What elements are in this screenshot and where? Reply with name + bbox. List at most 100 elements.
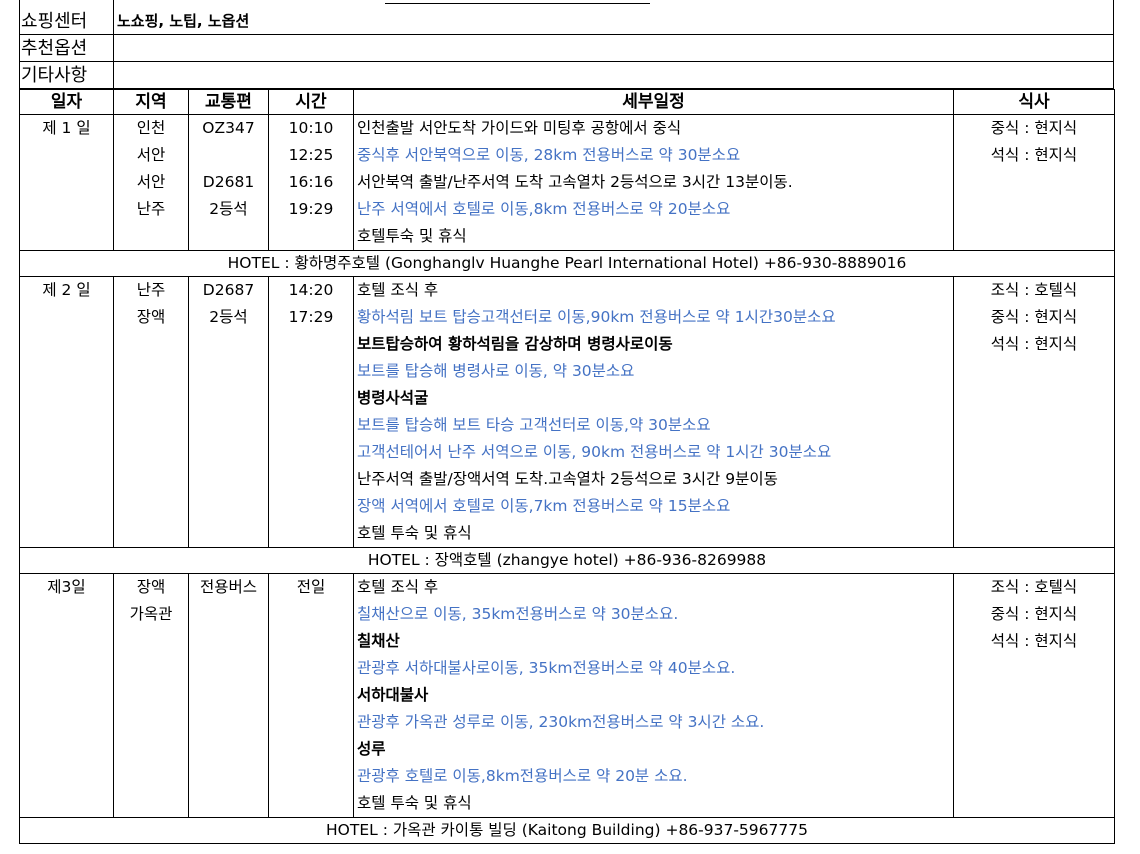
hotel-row: HOTEL : 가옥관 카이통 빌딩 (Kaitong Building) +8… bbox=[19, 817, 1115, 844]
detail-line: 서하대불사 bbox=[357, 686, 429, 704]
meal-line bbox=[954, 223, 1114, 250]
info-label: 쇼핑센터 bbox=[20, 0, 114, 34]
detail-line: 관광후 서하대불사로이동, 35km전용버스로 약 40분소요. bbox=[357, 659, 736, 677]
detail-cell: 호텔 조식 후 황하석림 보트 탑승고객선터로 이동,90km 전용버스로 약 1… bbox=[353, 276, 954, 548]
detail-line: 호텔 투숙 및 휴식 bbox=[357, 524, 472, 542]
region-line bbox=[114, 655, 188, 682]
meal-line: 석식 : 현지식 bbox=[990, 146, 1078, 164]
detail-line: 관광후 호텔로 이동,8km전용버스로 약 20분 소요. bbox=[357, 767, 688, 785]
time-line bbox=[269, 223, 353, 250]
transport-line: 2등석 bbox=[209, 308, 248, 326]
day-row: 제 2 일 난주 장액 D2687 2등석 14:20 17:29 호텔 조식 후 황하석림 보… bbox=[19, 276, 1115, 548]
transport-cell: D2687 2등석 bbox=[188, 276, 269, 548]
meal-line bbox=[954, 736, 1114, 763]
info-row-shopping: 쇼핑센터 노쇼핑, 노팁, 노옵션 bbox=[19, 0, 1114, 35]
transport-line bbox=[189, 142, 268, 169]
time-line bbox=[269, 439, 353, 466]
region-line bbox=[114, 493, 188, 520]
detail-line: 인천출발 서안도착 가이드와 미팅후 공항에서 중식 bbox=[357, 119, 682, 137]
time-line bbox=[269, 682, 353, 709]
region-line bbox=[114, 790, 188, 817]
meal-line bbox=[954, 196, 1114, 223]
meal-line bbox=[954, 385, 1114, 412]
detail-line: 칠채산으로 이동, 35km전용버스로 약 30분소요. bbox=[357, 605, 679, 623]
transport-line bbox=[189, 439, 268, 466]
region-line: 가옥관 bbox=[129, 605, 173, 623]
meal-line: 조식 : 호텔식 bbox=[990, 578, 1078, 596]
day-row: 제3일 장액 가옥관 전용버스 전일 호텔 조식 후 칠채산으로 이동, 35km전용버스로… bbox=[19, 573, 1115, 818]
hotel-info: HOTEL : 가옥관 카이통 빌딩 (Kaitong Building) +8… bbox=[19, 817, 1115, 844]
detail-line: 난주 서역에서 호텔로 이동,8km 전용버스로 약 20분소요 bbox=[357, 200, 731, 218]
time-line bbox=[269, 628, 353, 655]
meal-line bbox=[954, 358, 1114, 385]
detail-line: 고객선테어서 난주 서역으로 이동, 90km 전용버스로 약 1시간 30분소… bbox=[357, 443, 832, 461]
hotel-info: HOTEL : 황하명주호텔 (Gonghanglv Huanghe Pearl… bbox=[19, 250, 1115, 277]
detail-line: 병령사석굴 bbox=[357, 389, 429, 407]
transport-line bbox=[189, 628, 268, 655]
meal-line: 중식 : 현지식 bbox=[990, 605, 1078, 623]
transport-line bbox=[189, 709, 268, 736]
region-line bbox=[114, 439, 188, 466]
meal-line: 석식 : 현지식 bbox=[990, 335, 1078, 353]
time-line: 19:29 bbox=[288, 200, 334, 218]
transport-line: 2등석 bbox=[209, 200, 248, 218]
transport-line bbox=[189, 601, 268, 628]
region-line bbox=[114, 520, 188, 547]
time-line: 17:29 bbox=[288, 308, 334, 326]
transport-line bbox=[189, 790, 268, 817]
transport-line: D2681 bbox=[202, 173, 255, 191]
meal-line bbox=[954, 493, 1114, 520]
header-detail: 세부일정 bbox=[353, 89, 954, 115]
day-cell: 제 2 일 bbox=[19, 276, 114, 548]
transport-line: D2687 bbox=[202, 281, 255, 299]
region-line bbox=[114, 466, 188, 493]
detail-line: 보트탑승하여 황하석림을 감상하며 병령사로이동 bbox=[357, 335, 673, 353]
transport-line bbox=[189, 466, 268, 493]
header-transport: 교통편 bbox=[188, 89, 269, 115]
time-line bbox=[269, 520, 353, 547]
time-line bbox=[269, 466, 353, 493]
day-label: 제 1 일 bbox=[42, 119, 91, 137]
detail-cell: 호텔 조식 후 칠채산으로 이동, 35km전용버스로 약 30분소요. 칠채산 관광… bbox=[353, 573, 954, 818]
info-label: 추천옵션 bbox=[20, 35, 114, 61]
transport-line bbox=[189, 412, 268, 439]
detail-cell: 인천출발 서안도착 가이드와 미팅후 공항에서 중식 중식후 서안북역으로 이동,… bbox=[353, 114, 954, 251]
region-cell: 인천 서안 서안 난주 bbox=[113, 114, 189, 251]
time-line: 16:16 bbox=[288, 173, 334, 191]
time-line bbox=[269, 412, 353, 439]
time-line bbox=[269, 385, 353, 412]
transport-line bbox=[189, 385, 268, 412]
time-line bbox=[269, 358, 353, 385]
day-label: 제3일 bbox=[47, 578, 86, 596]
meal-line bbox=[954, 655, 1114, 682]
hotel-info: HOTEL : 장액호텔 (zhangye hotel) +86-936-826… bbox=[19, 547, 1115, 574]
time-cell: 10:10 12:25 16:16 19:29 bbox=[268, 114, 354, 251]
meal-line: 석식 : 현지식 bbox=[990, 632, 1078, 650]
time-line bbox=[269, 790, 353, 817]
meal-line bbox=[954, 709, 1114, 736]
detail-line: 호텔 투숙 및 휴식 bbox=[357, 794, 472, 812]
detail-line: 서안북역 출발/난주서역 도착 고속열차 2등석으로 3시간 13분이동. bbox=[357, 173, 793, 191]
region-cell: 장액 가옥관 bbox=[113, 573, 189, 818]
schedule-body: 제 1 일 인천 서안 서안 난주 OZ347 D2681 2등석 10:10 12:25 16:1… bbox=[19, 114, 1115, 844]
time-line bbox=[269, 601, 353, 628]
transport-line bbox=[189, 358, 268, 385]
time-line: 12:25 bbox=[288, 146, 334, 164]
detail-line: 칠채산 bbox=[357, 632, 400, 650]
time-line bbox=[269, 331, 353, 358]
time-line bbox=[269, 736, 353, 763]
transport-line bbox=[189, 493, 268, 520]
region-cell: 난주 장액 bbox=[113, 276, 189, 548]
detail-line: 보트를 탑승해 보트 타승 고객선터로 이동,약 30분소요 bbox=[357, 416, 711, 434]
region-line: 난주 bbox=[136, 200, 166, 218]
meal-line bbox=[954, 439, 1114, 466]
region-line: 서안 bbox=[136, 173, 166, 191]
meal-cell: 중식 : 현지식 석식 : 현지식 bbox=[953, 114, 1115, 251]
header-meal: 식사 bbox=[953, 89, 1115, 115]
detail-line: 황하석림 보트 탑승고객선터로 이동,90km 전용버스로 약 1시간30분소요 bbox=[357, 308, 836, 326]
time-line bbox=[269, 493, 353, 520]
meal-line: 조식 : 호텔식 bbox=[990, 281, 1078, 299]
info-value bbox=[114, 35, 1113, 61]
day-label: 제 2 일 bbox=[42, 281, 91, 299]
cropped-top-line bbox=[113, 0, 1114, 5]
